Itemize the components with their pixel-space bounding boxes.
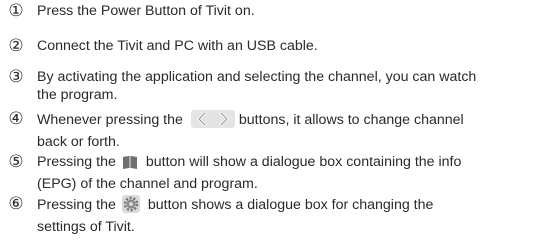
- step-number: ⑤: [8, 152, 24, 172]
- step-2: ② Connect the Tivit and PC with an USB c…: [4, 36, 529, 57]
- step-number: ④: [8, 109, 24, 129]
- step-3: ③ By activating the application and sele…: [4, 67, 529, 106]
- step-text-line: By activating the application and select…: [37, 69, 477, 85]
- step-text-line: settings of Tivit.: [37, 219, 135, 235]
- step-text: Pressing the button will show a dialogue…: [37, 153, 529, 193]
- step-4: ④ Whenever pressing the buttons, it allo…: [4, 109, 529, 151]
- prev-next-arrows-icon: [190, 110, 235, 133]
- step-text: Pressing the button shows a dialogue box…: [37, 195, 529, 236]
- step-text-line: button will show a dialogue box containi…: [145, 154, 462, 170]
- step-text-line: Pressing the: [37, 154, 116, 170]
- step-text-line: back or forth.: [37, 134, 120, 150]
- step-text-line: the program.: [37, 87, 118, 103]
- step-number: ⑥: [8, 194, 24, 214]
- step-6: ⑥ Pressing the button shows a dialogue b…: [4, 194, 529, 236]
- step-number: ①: [8, 1, 24, 21]
- book-icon: [122, 154, 138, 175]
- step-text-line: (EPG) of the channel and program.: [37, 176, 258, 192]
- step-text: By activating the application and select…: [37, 68, 529, 104]
- gear-icon: [121, 195, 140, 218]
- step-text-line: buttons, it allows to change channel: [238, 112, 464, 128]
- step-5: ⑤ Pressing the button will show a dialog…: [4, 152, 529, 193]
- step-text-line: button shows a dialogue box for changing…: [147, 197, 434, 213]
- step-1: ① Press the Power Button of Tivit on.: [4, 1, 529, 22]
- step-text: Press the Power Button of Tivit on.: [37, 3, 255, 19]
- step-number: ②: [8, 36, 24, 56]
- step-text-line: Pressing the: [37, 197, 116, 213]
- step-text-line: Whenever pressing the: [37, 112, 183, 128]
- step-text: Whenever pressing the buttons, it allows…: [37, 110, 529, 151]
- instruction-list: ① Press the Power Button of Tivit on. ② …: [0, 0, 537, 243]
- step-number: ③: [8, 67, 24, 87]
- step-text: Connect the Tivit and PC with an USB cab…: [37, 38, 318, 54]
